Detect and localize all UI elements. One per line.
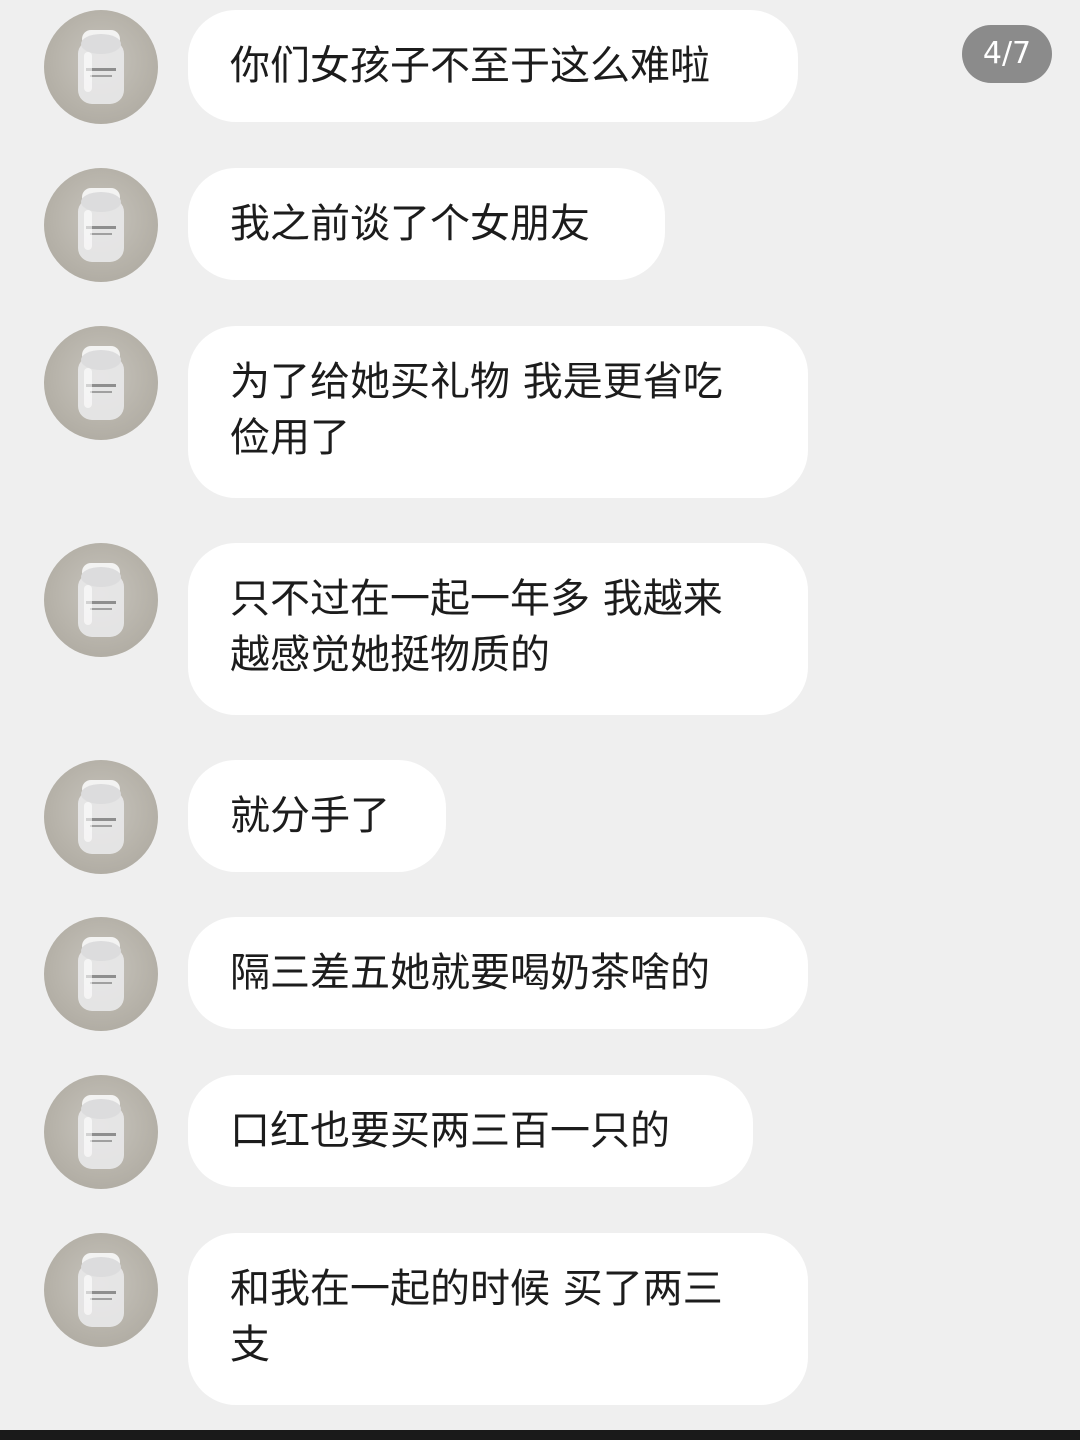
message-bubble[interactable]: 和我在一起的时候 买了两三 支 <box>188 1233 808 1405</box>
avatar[interactable] <box>44 543 158 657</box>
message-text: 只不过在一起一年多 我越来 越感觉她挺物质的 <box>230 576 723 678</box>
message-bubble[interactable]: 只不过在一起一年多 我越来 越感觉她挺物质的 <box>188 543 808 715</box>
message-bubble[interactable]: 口红也要买两三百一只的 <box>188 1075 753 1187</box>
avatar[interactable] <box>44 10 158 124</box>
message-bubble[interactable]: 你们女孩子不至于这么难啦 <box>188 10 798 122</box>
avatar[interactable] <box>44 1075 158 1189</box>
bottle-avatar-icon <box>78 1095 124 1169</box>
message-text: 隔三差五她就要喝奶茶啥的 <box>230 950 710 996</box>
message-list: 你们女孩子不至于这么难啦 我之前谈了个女朋友 为了给她买礼物 我是更省吃 俭用了… <box>0 0 1080 1440</box>
bottle-avatar-icon <box>78 188 124 262</box>
bottle-avatar-icon <box>78 563 124 637</box>
avatar[interactable] <box>44 326 158 440</box>
message-bubble[interactable]: 我之前谈了个女朋友 <box>188 168 665 280</box>
message-text: 口红也要买两三百一只的 <box>230 1108 670 1154</box>
bottle-avatar-icon <box>78 30 124 104</box>
avatar[interactable] <box>44 760 158 874</box>
message-text: 就分手了 <box>230 793 390 839</box>
avatar[interactable] <box>44 917 158 1031</box>
message-bubble[interactable]: 隔三差五她就要喝奶茶啥的 <box>188 917 808 1029</box>
message-text: 我之前谈了个女朋友 <box>230 201 590 247</box>
bottle-avatar-icon <box>78 780 124 854</box>
avatar[interactable] <box>44 168 158 282</box>
bottle-avatar-icon <box>78 937 124 1011</box>
bottle-avatar-icon <box>78 346 124 420</box>
avatar[interactable] <box>44 1233 158 1347</box>
message-bubble[interactable]: 为了给她买礼物 我是更省吃 俭用了 <box>188 326 808 498</box>
bottom-edge-bar <box>0 1430 1080 1440</box>
bottle-avatar-icon <box>78 1253 124 1327</box>
message-bubble[interactable]: 就分手了 <box>188 760 446 872</box>
message-text: 为了给她买礼物 我是更省吃 俭用了 <box>230 359 723 461</box>
message-text: 和我在一起的时候 买了两三 支 <box>230 1266 723 1368</box>
message-text: 你们女孩子不至于这么难啦 <box>230 43 710 89</box>
